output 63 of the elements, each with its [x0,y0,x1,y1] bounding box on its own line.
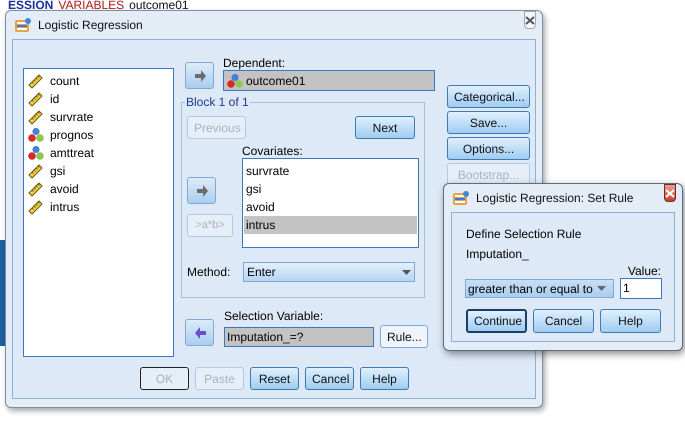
code-text: VARIABLES [58,0,124,11]
covariate-item[interactable]: avoid [244,198,417,216]
balls-icon [28,144,44,160]
dialog-button[interactable]: Help [360,367,409,390]
variable-name: Imputation_ [466,246,530,263]
window-title: Logistic Regression [38,17,143,34]
ruler-icon [28,180,44,196]
variable-item[interactable]: amttreat [50,144,94,162]
operator-dropdown[interactable]: greater than or equal to [465,279,614,298]
variable-item[interactable]: count [50,72,80,90]
variable-item[interactable]: survrate [50,108,94,126]
method-dropdown[interactable]: Enter [243,262,415,282]
code-text: outcome01 [129,0,189,11]
arrow-button[interactable] [185,62,214,89]
field-label: Dependent: [223,56,286,70]
ruler-icon [28,72,44,88]
rule-button[interactable]: Rule... [380,325,428,348]
caret-icon [402,270,411,274]
field-label: Method: [187,264,232,281]
variable-item[interactable]: gsi [50,162,66,180]
covariate-item[interactable]: intrus [244,216,417,234]
ruler-icon [28,162,44,178]
ruler-icon [28,198,44,214]
balls-icon [227,72,243,88]
close-icon [665,188,675,198]
variable-list[interactable]: count id survrate prognos amttreat gsi avoid intrus [23,68,174,357]
arrow-button[interactable] [187,177,216,204]
covariate-item[interactable]: gsi [244,180,417,198]
ruler-icon [28,108,44,124]
heading-text: Define Selection Rule [466,226,582,243]
caret-icon [596,286,606,291]
dialog-button[interactable]: Help [600,309,661,333]
app-icon [452,190,470,206]
arrow-button[interactable] [185,319,214,346]
next-button[interactable]: Next [355,116,415,139]
dependent-field[interactable]: outcome01 [223,70,435,91]
value-field[interactable]: 1 [620,278,662,299]
variable-item[interactable]: prognos [50,126,94,144]
dialog-button[interactable]: Continue [466,309,527,333]
close-button[interactable] [664,184,676,202]
block-label: Block 1 of 1 [185,95,250,109]
close-icon [525,16,535,24]
app-icon [14,17,32,33]
side-button[interactable]: Save... [447,111,530,134]
ruler-icon [28,90,44,106]
side-button[interactable]: Categorical... [447,85,530,108]
field-label: Covariates: [242,144,304,158]
balls-icon [28,126,44,142]
covariates-list[interactable]: survrate gsi avoid intrus [242,158,419,248]
variable-item[interactable]: avoid [50,180,79,198]
window-title: Logistic Regression: Set Rule [476,190,634,207]
code-text: ESSION [8,0,54,11]
close-button[interactable] [524,11,536,29]
selection-field[interactable]: Imputation_=? [224,326,374,346]
dialog-button[interactable]: Reset [250,367,299,390]
field-label: Selection Variable: [224,309,324,325]
dialog-button[interactable]: Cancel [533,309,594,333]
dialog-button[interactable]: Cancel [305,367,354,390]
variable-item[interactable]: id [50,90,60,108]
side-button[interactable]: Options... [447,137,530,160]
field-label: Value: [628,264,661,278]
variable-item[interactable]: intrus [50,198,80,216]
covariate-item[interactable]: survrate [244,162,417,180]
